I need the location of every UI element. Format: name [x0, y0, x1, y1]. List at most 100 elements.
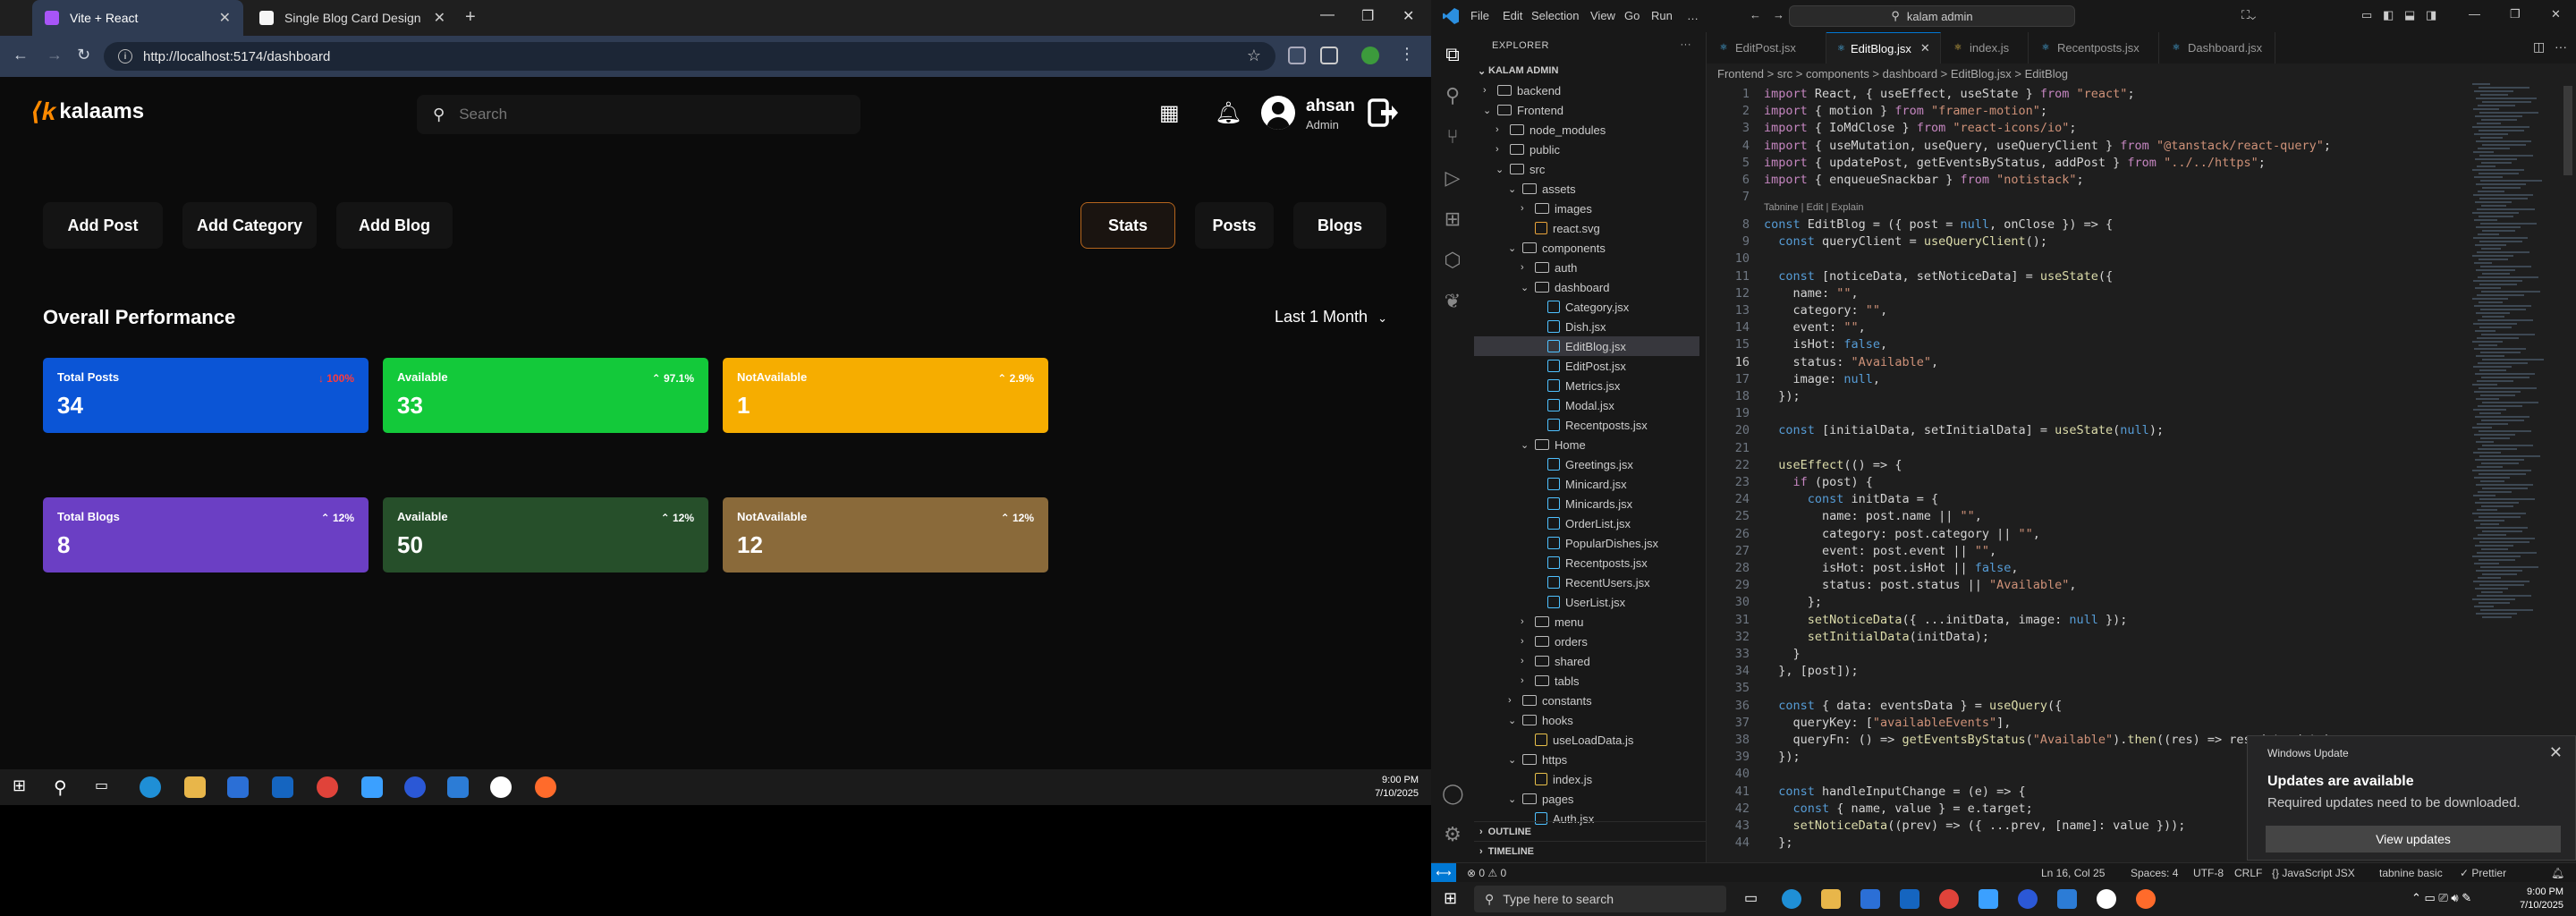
problems-count[interactable]: ⊗ 0 ⚠ 0	[1467, 867, 1506, 879]
toggle-panel-icon[interactable]: ⬓	[2404, 8, 2415, 22]
code-line[interactable]: const { name, value } = e.target;	[1764, 802, 2033, 816]
code-line[interactable]: category: "",	[1764, 303, 1888, 318]
menu-item-file[interactable]: File	[1470, 9, 1489, 22]
taskbar-search[interactable]: ⚲ Type here to search	[1474, 886, 1726, 912]
code-line[interactable]: setNoticeData({ ...initData, image: null…	[1764, 613, 2128, 627]
code-line[interactable]: }	[1764, 647, 1801, 661]
tree-folder[interactable]: › backend	[1474, 81, 1699, 100]
editor-tab[interactable]: ⚛ Dashboard.jsx	[2159, 32, 2275, 64]
tree-file[interactable]: Greetings.jsx	[1474, 454, 1699, 474]
postman-icon[interactable]	[535, 776, 556, 798]
code-line[interactable]: const queryClient = useQueryClient();	[1764, 234, 2047, 249]
run-debug-icon[interactable]: ▷	[1442, 166, 1463, 190]
posts-button[interactable]: Posts	[1195, 202, 1274, 249]
app-icon[interactable]	[2097, 889, 2116, 909]
code-line[interactable]: });	[1764, 750, 1800, 764]
tree-file[interactable]: Minicards.jsx	[1474, 494, 1699, 513]
profile-avatar-icon[interactable]	[1361, 47, 1379, 64]
forward-icon[interactable]: →	[47, 46, 63, 64]
close-icon[interactable]: ✕	[1920, 41, 1930, 55]
tree-file[interactable]: EditBlog.jsx	[1474, 336, 1699, 356]
postman-icon[interactable]	[2136, 889, 2156, 909]
account-icon[interactable]: ◯	[1442, 782, 1464, 805]
code-line[interactable]: queryKey: ["availableEvents"],	[1764, 716, 2012, 730]
code-line[interactable]: setInitialData(initData);	[1764, 630, 1989, 644]
tree-file[interactable]: EditPost.jsx	[1474, 356, 1699, 376]
code-line[interactable]: status: "Available",	[1764, 355, 1939, 369]
menu-item-more[interactable]: …	[1687, 9, 1699, 22]
system-tray-icons[interactable]: ⌃ ▭ ⎚ 🔊︎ ✎	[2411, 891, 2471, 905]
tree-folder[interactable]: ⌄ components	[1474, 238, 1699, 258]
remote-explorer-icon[interactable]: ⬡	[1442, 249, 1463, 272]
bell-icon[interactable]: 🔔︎	[1215, 100, 1241, 126]
editor-tab[interactable]: ⚛ index.js	[1941, 32, 2029, 64]
code-line[interactable]: isHot: false,	[1764, 337, 1888, 352]
stats-button[interactable]: Stats	[1080, 202, 1175, 249]
site-info-icon[interactable]: i	[118, 49, 132, 64]
code-line[interactable]: import { IoMdClose } from "react-icons/i…	[1764, 121, 2077, 135]
code-line[interactable]: import React, { useEffect, useState } fr…	[1764, 87, 2135, 101]
tree-folder[interactable]: ⌄ Home	[1474, 435, 1699, 454]
code-line[interactable]: import { updatePost, getEventsByStatus, …	[1764, 156, 2266, 170]
tree-file[interactable]: Modal.jsx	[1474, 395, 1699, 415]
vscode-taskbar-icon[interactable]	[2057, 889, 2077, 909]
split-editor-icon[interactable]: ◫	[2533, 39, 2545, 55]
new-tab-icon[interactable]: +	[465, 7, 476, 28]
browser-menu-icon[interactable]: ⋮	[1399, 45, 1415, 64]
timeline-panel[interactable]: › TIMELINE	[1474, 841, 1707, 861]
minimize-icon[interactable]: —	[2469, 7, 2480, 21]
outlook-icon[interactable]	[1900, 889, 1919, 909]
code-line[interactable]: isHot: post.isHot || false,	[1764, 561, 2018, 575]
code-line[interactable]: useEffect(() => {	[1764, 458, 1902, 472]
extensions-icon[interactable]: ⊞	[1442, 208, 1463, 231]
search-input[interactable]	[459, 106, 818, 123]
code-line[interactable]: const EditBlog = ({ post = null, onClose…	[1764, 217, 2113, 232]
tree-file[interactable]: Metrics.jsx	[1474, 376, 1699, 395]
reload-icon[interactable]: ↻	[77, 46, 90, 64]
more-actions-icon[interactable]: ···	[1681, 39, 1692, 50]
code-line[interactable]: event: "",	[1764, 320, 1866, 335]
settings-gear-icon[interactable]: ⚙	[1442, 823, 1463, 846]
chrome-icon[interactable]	[1939, 889, 1959, 909]
store-icon[interactable]	[1860, 889, 1880, 909]
prettier-status[interactable]: ✓ Prettier	[2460, 867, 2506, 879]
code-line[interactable]: name: post.name || "",	[1764, 509, 1982, 523]
maximize-icon[interactable]: ❐	[2510, 7, 2521, 21]
code-line[interactable]: const handleInputChange = (e) => {	[1764, 785, 2025, 799]
range-dropdown[interactable]: Last 1 Month ⌄	[1275, 308, 1387, 327]
logout-icon[interactable]	[1367, 97, 1399, 129]
code-line[interactable]: const [noticeData, setNoticeData] = useS…	[1764, 269, 2113, 284]
tree-file[interactable]: useLoadData.js	[1474, 730, 1699, 750]
tree-folder[interactable]: › shared	[1474, 651, 1699, 671]
code-line[interactable]: image: null,	[1764, 372, 1881, 386]
code-line[interactable]: import { enqueueSnackbar } from "notista…	[1764, 173, 2084, 187]
app-icon[interactable]	[1979, 889, 1998, 909]
tree-folder[interactable]: › node_modules	[1474, 120, 1699, 140]
tree-file[interactable]: Category.jsx	[1474, 297, 1699, 317]
toggle-sidebar-icon[interactable]: ◧	[2383, 8, 2394, 22]
code-line[interactable]: const { data: eventsData } = useQuery({	[1764, 699, 2062, 713]
code-line[interactable]: name: "",	[1764, 286, 1859, 301]
toggle-secondary-sidebar-icon[interactable]: ◨	[2426, 8, 2436, 22]
editor-tab[interactable]: ⚛ Recentposts.jsx	[2029, 32, 2159, 64]
view-updates-button[interactable]: View updates	[2266, 826, 2561, 852]
notifications-bell-icon[interactable]: 🔔︎	[2551, 867, 2564, 879]
tree-file[interactable]: Recentposts.jsx	[1474, 553, 1699, 572]
maximize-icon[interactable]: ❐	[1361, 7, 1374, 25]
line-ending[interactable]: CRLF	[2234, 867, 2262, 879]
browser-tab[interactable]: Single Blog Card Design ✕	[247, 0, 458, 36]
brand-logo[interactable]: ⟨k kalaams	[30, 97, 144, 126]
tree-file[interactable]: OrderList.jsx	[1474, 513, 1699, 533]
codelens[interactable]: Tabnine | Edit | Explain	[1764, 202, 1864, 213]
tree-folder[interactable]: › public	[1474, 140, 1699, 159]
task-view-icon[interactable]: ▭	[95, 776, 116, 798]
file-explorer-icon[interactable]	[184, 776, 206, 798]
tabnine-status[interactable]: tabnine basic	[2379, 867, 2443, 879]
remote-icon[interactable]: ⟷	[1431, 863, 1456, 883]
tree-folder[interactable]: › orders	[1474, 632, 1699, 651]
tree-folder[interactable]: ⌄ pages	[1474, 789, 1699, 809]
windows-start-icon[interactable]: ⊞	[1444, 889, 1457, 908]
menu-item-edit[interactable]: Edit	[1503, 9, 1522, 22]
layout-icon[interactable]: ▭	[2361, 8, 2372, 22]
command-center[interactable]: ⚲ kalam admin	[1789, 5, 2075, 27]
